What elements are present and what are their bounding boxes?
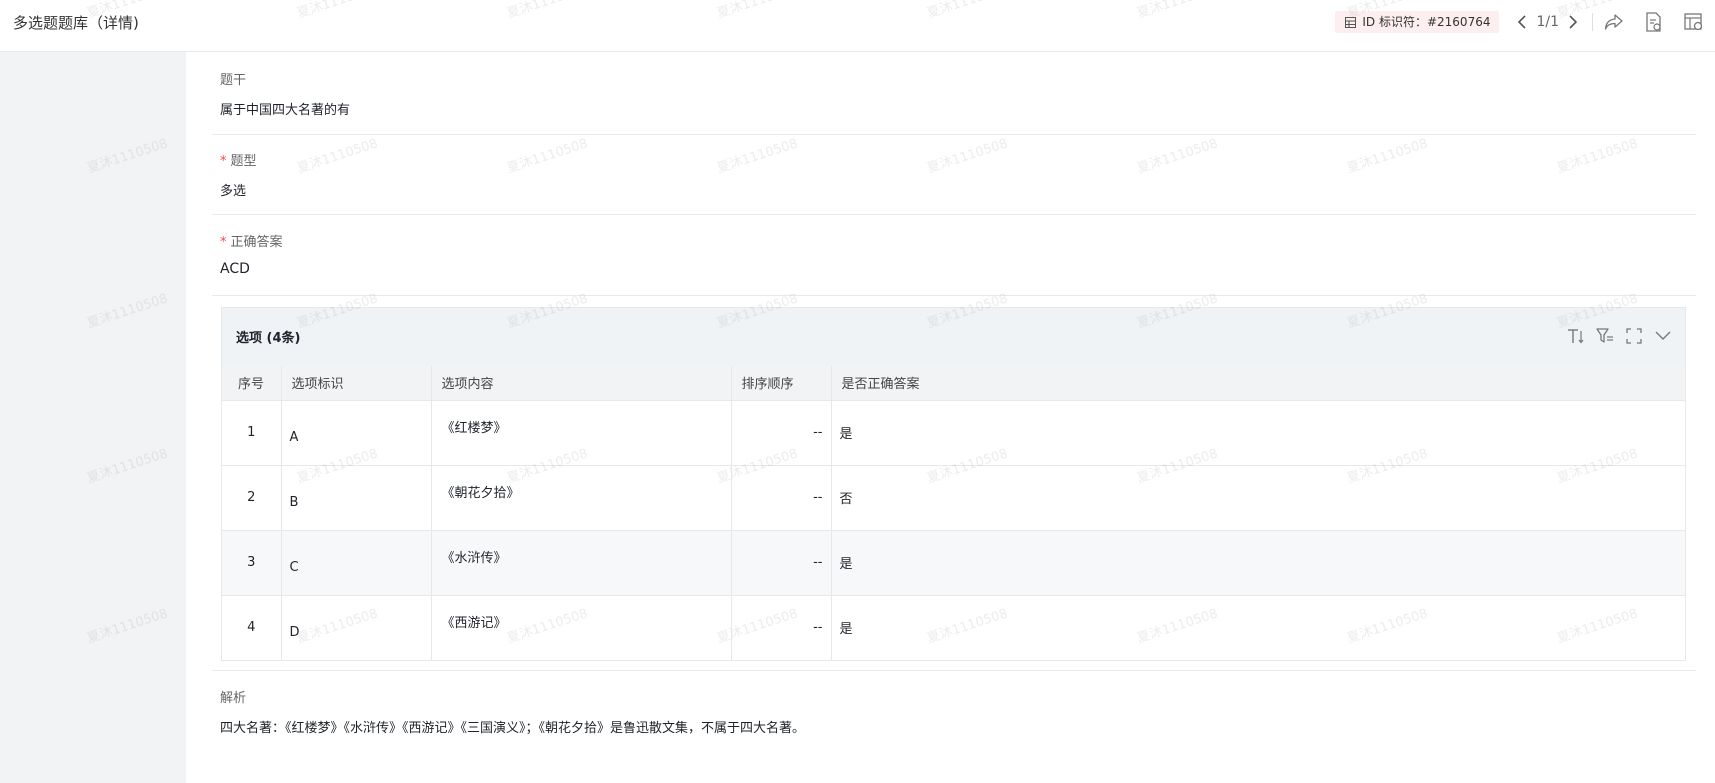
field-label-type-text: 题型	[230, 154, 257, 169]
cell-label: A	[281, 400, 432, 466]
cell-order: --	[731, 465, 832, 531]
page-title: 多选题题库（详情)	[13, 14, 139, 32]
font-size-button[interactable]	[1566, 326, 1586, 346]
cell-correct: 是	[831, 530, 1685, 596]
font-size-icon	[1568, 329, 1584, 344]
field-value-answer: ACD	[220, 261, 250, 277]
column-header[interactable]: 选项标识	[281, 366, 432, 401]
cell-no: 3	[222, 530, 282, 596]
column-header[interactable]: 排序顺序	[731, 366, 832, 401]
field-label-answer: * 正确答案	[220, 231, 283, 250]
field-value-stem: 属于中国四大名著的有	[220, 103, 351, 118]
share-icon	[1604, 14, 1623, 30]
field-value-type: 多选	[220, 184, 247, 199]
fullscreen-button[interactable]	[1624, 326, 1644, 346]
top-bar: 多选题题库（详情) ID 标识符：#2160764 1/1	[0, 0, 1715, 52]
id-badge-text: ID 标识符：#2160764	[1362, 15, 1491, 29]
chevron-left-icon	[1518, 15, 1527, 29]
cell-correct: 是	[831, 400, 1685, 466]
table-row[interactable]: 1 A 《红楼梦》 -- 是	[222, 400, 1685, 466]
table-row[interactable]: 4 D 《西游记》 -- 是	[222, 595, 1685, 660]
id-badge: ID 标识符：#2160764	[1335, 11, 1500, 33]
cell-label: D	[281, 595, 432, 660]
table-row[interactable]: 3 C 《水浒传》 -- 是	[222, 530, 1685, 596]
cell-no: 2	[222, 465, 282, 531]
document-button[interactable]	[1643, 11, 1665, 33]
options-title: 选项 (4条)	[236, 331, 301, 346]
fullscreen-icon	[1626, 328, 1642, 344]
required-mark: *	[220, 235, 227, 250]
options-table: 序号 选项标识 选项内容 排序顺序 是否正确答案 1 A 《红楼梦》 -- 是 …	[222, 366, 1685, 660]
field-label-analysis: 解析	[220, 691, 247, 706]
cell-order: --	[731, 530, 832, 596]
table-settings-button[interactable]	[1683, 11, 1705, 33]
share-button[interactable]	[1603, 11, 1625, 33]
prev-record-button[interactable]	[1513, 11, 1531, 33]
next-record-button[interactable]	[1564, 11, 1582, 33]
settings-icon	[1684, 13, 1703, 31]
options-toolbar	[1557, 326, 1673, 346]
table-row[interactable]: 2 B 《朝花夕拾》 -- 否	[222, 465, 1685, 531]
header-actions: ID 标识符：#2160764 1/1	[1335, 10, 1715, 34]
detail-panel: 题干 属于中国四大名著的有 *题型 多选 *正确答案 ACD 选项 (4条)	[186, 52, 1715, 783]
cell-no: 1	[222, 400, 282, 466]
field-type: * 题型 多选	[212, 135, 1696, 215]
options-panel: 选项 (4条) 序号 选项标识 选项内容 排序顺序 是否正确答案 1 A 《红楼…	[221, 307, 1686, 661]
column-header[interactable]: 选项内容	[431, 366, 732, 401]
sidebar	[0, 52, 186, 783]
field-answer: * 正确答案 ACD	[212, 215, 1696, 296]
cell-content: 《西游记》	[431, 595, 732, 660]
table-header-row: 序号 选项标识 选项内容 排序顺序 是否正确答案	[222, 366, 1685, 401]
field-stem: 题干 属于中国四大名著的有	[212, 52, 1696, 135]
chevron-down-icon	[1655, 331, 1671, 340]
cell-label: B	[281, 465, 432, 531]
field-value-analysis: 四大名著：《红楼梦》《水浒传》《西游记》《三国演义》；《朝花夕拾》是鲁迅散文集，…	[220, 721, 806, 736]
cell-content: 《朝花夕拾》	[431, 465, 732, 531]
cell-order: --	[731, 595, 832, 660]
filter-button[interactable]	[1595, 326, 1615, 346]
cell-correct: 是	[839, 622, 853, 638]
cell-content: 《水浒传》	[431, 530, 732, 596]
field-label-stem: 题干	[220, 73, 247, 88]
field-label-type: * 题型	[220, 150, 257, 169]
cell-order: --	[731, 400, 832, 466]
cell-content: 《红楼梦》	[431, 400, 732, 466]
collapse-button[interactable]	[1653, 326, 1673, 346]
document-icon	[1646, 12, 1661, 32]
grid-icon	[1345, 16, 1357, 28]
cell-correct: 否	[831, 465, 1685, 531]
options-header: 选项 (4条)	[222, 308, 1685, 366]
column-header[interactable]: 是否正确答案	[831, 366, 1685, 401]
column-header[interactable]: 序号	[222, 366, 282, 401]
filter-icon	[1596, 328, 1613, 343]
field-analysis: 解析 四大名著：《红楼梦》《水浒传》《西游记》《三国演义》；《朝花夕拾》是鲁迅散…	[212, 670, 1696, 760]
pager-text: 1/1	[1536, 14, 1559, 30]
chevron-right-icon	[1569, 15, 1578, 29]
divider	[1592, 13, 1593, 31]
required-mark: *	[220, 154, 227, 169]
cell-no: 4	[222, 595, 282, 660]
cell-label: C	[281, 530, 432, 596]
field-label-answer-text: 正确答案	[230, 235, 283, 250]
